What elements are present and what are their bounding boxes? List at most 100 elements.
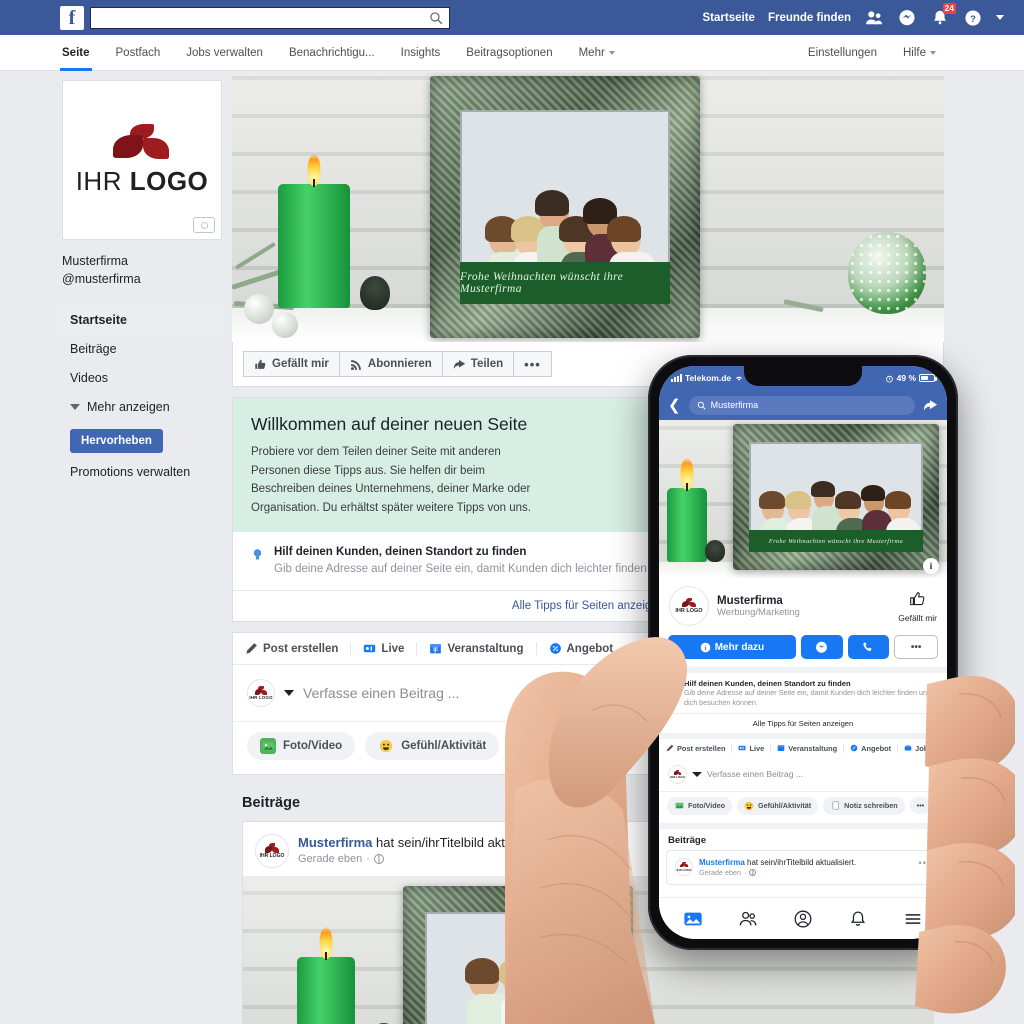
profile-icon[interactable] [793,909,813,929]
phone-notch [744,366,862,386]
subscribe-button[interactable]: Abonnieren [338,351,443,377]
chevron-down-icon [930,50,936,55]
tab-postfach[interactable]: Postfach [116,35,161,71]
phone-cover-photo[interactable]: Frohe Weihnachten wünscht ihre Musterfir… [659,420,947,578]
phone-like-label: Gefällt mir [898,612,937,623]
phone-search-field[interactable]: Musterfirma [688,395,915,415]
carrier-group: Telekom.de [671,373,755,383]
phone-all-tips-link[interactable]: Alle Tipps für Seiten anzeigen [659,712,947,733]
phone-attach-more[interactable]: ••• [909,797,932,815]
phone-attach-photo-video[interactable]: Foto/Video [667,796,733,815]
phone-more-options-button[interactable]: ••• [894,635,938,659]
search-box[interactable] [90,6,450,29]
subscribe-button-label: Abonnieren [367,358,432,370]
chevron-down-icon[interactable] [692,771,702,777]
left-sidebar: IHR LOGO Musterfirma @musterfirma Starts… [62,80,222,479]
nav-link-freunde-finden[interactable]: Freunde finden [768,12,851,24]
tab-label: Hilfe [902,46,926,59]
share-arrow-icon[interactable] [923,398,938,413]
company-logo-mark [113,123,171,162]
facebook-logo[interactable]: f [60,5,84,30]
sidebar-item-videos[interactable]: Videos [62,364,222,393]
phone-composer-tab-job[interactable]: Job [898,744,934,753]
friend-requests-icon[interactable] [864,8,884,28]
avatar[interactable]: IHR LOGO [255,834,289,869]
messenger-icon[interactable] [897,8,917,28]
sidebar-item-startseite[interactable]: Startseite [62,306,222,336]
phone-composer-tab-angebot[interactable]: Angebot [844,743,899,753]
tab-label: Mehr [578,46,605,59]
phone-page-header: IHR LOGO Musterfirma Werbung/Marketing G… [659,578,947,630]
tab-beitragsoptionen[interactable]: Beitragsoptionen [466,35,552,71]
tab-hilfe[interactable]: Hilfe [903,35,936,71]
phone-attach-feeling-activity[interactable]: Gefühl/Aktivität [737,796,819,815]
phone-composer-tab-live[interactable]: Live [732,743,772,753]
search-input[interactable] [91,7,421,28]
sidebar-item-beitraege[interactable]: Beiträge [62,335,222,364]
avatar[interactable]: IHR LOGO [675,857,693,876]
bauble [244,294,274,324]
composer-tab-veranstaltung[interactable]: Veranstaltung [417,642,537,656]
avatar[interactable]: IHR LOGO [669,586,709,626]
composer-placeholder[interactable]: Verfasse einen Beitrag ... [303,685,459,701]
nav-link-startseite[interactable]: Startseite [703,12,755,24]
menu-hamburger-icon[interactable] [903,909,923,929]
tab-einstellungen[interactable]: Einstellungen [808,35,877,71]
tab-benachrichtigungen[interactable]: Benachrichtigu... [289,35,375,71]
pencil-icon [246,643,257,655]
phone-like-button[interactable]: Gefällt mir [898,590,937,623]
cover-greeting-text: Frohe Weihnachten wünscht ihre Musterfir… [460,262,670,304]
friends-icon[interactable] [738,909,758,929]
like-button[interactable]: Gefällt mir [243,351,340,377]
wifi-icon [736,376,743,381]
attach-note[interactable]: Notiz [509,732,587,761]
page-profile-picture[interactable]: IHR LOGO [62,80,222,240]
composer-tab-label: Veranstaltung [447,642,524,655]
phone-composer-tab-post-erstellen[interactable]: Post erstellen [666,743,733,753]
camera-icon[interactable] [193,217,215,233]
more-options-button[interactable]: ••• [513,351,552,377]
attach-photo-video[interactable]: Foto/Video [247,732,356,761]
phone-messenger-button[interactable] [800,635,843,659]
page-name: Musterfirma [62,254,128,268]
tab-mehr[interactable]: Mehr [579,35,615,71]
phone-composer-input[interactable]: IHR LOGO Verfasse einen Beitrag ... [659,758,947,791]
phone-call-button[interactable] [847,635,890,659]
battery-percent: 49 % [896,373,916,383]
notifications-bell-icon[interactable] [848,909,868,929]
carrier-name: Telekom.de [685,373,732,383]
sidebar-show-more[interactable]: Mehr anzeigen [62,393,222,421]
tab-seite[interactable]: Seite [60,35,91,71]
news-feed-icon[interactable] [683,909,703,929]
share-button[interactable]: Teilen [441,351,515,377]
phone-icon [863,642,872,652]
thumbs-up-outline-icon [910,591,925,605]
manage-promotions-link[interactable]: Promotions verwalten [70,465,222,479]
info-badge[interactable]: i [923,558,939,574]
phone-attach-note[interactable]: Notiz schreiben [823,796,905,815]
composer-tab-post-erstellen[interactable]: Post erstellen [245,642,352,656]
help-icon[interactable]: ? [963,8,983,28]
chevron-left-icon[interactable]: ❮ [668,398,681,413]
boost-button[interactable]: Hervorheben [70,429,163,454]
tab-insights[interactable]: Insights [401,35,441,71]
phone-tab-label: Post erstellen [677,743,726,753]
tab-label: Insights [400,46,441,59]
tab-jobs-verwalten[interactable]: Jobs verwalten [186,35,263,71]
chevron-down-icon[interactable] [284,690,294,697]
phone-screen: Telekom.de 14:51 49 % ❮ Musterfirma [659,366,947,939]
phone-composer-tabs: Post erstellen Live Veranstaltung Angebo… [659,732,947,758]
composer-tab-angebot[interactable]: Angebot [537,642,626,655]
phone-post-more-icon[interactable]: ••• [919,858,931,868]
phone-post-author[interactable]: Musterfirma [699,858,745,867]
phone-composer-tab-veranstaltung[interactable]: Veranstaltung [771,743,845,753]
phone-more-info-button[interactable]: i Mehr dazu [668,635,796,659]
account-menu-icon[interactable] [996,15,1004,20]
composer-tab-live[interactable]: Live [351,642,418,656]
phone-post-meta: Gerade eben · [699,868,913,877]
post-action: hat sein/ihrTitelbild aktualisiert. [376,835,554,851]
attach-feeling-activity[interactable]: Gefühl/Aktivität [365,732,500,761]
notifications-icon[interactable]: 24 [930,2,956,28]
post-author[interactable]: Musterfirma [298,835,372,850]
cover-photo[interactable]: Frohe Weihnachten wünscht ihre Musterfir… [232,72,944,342]
